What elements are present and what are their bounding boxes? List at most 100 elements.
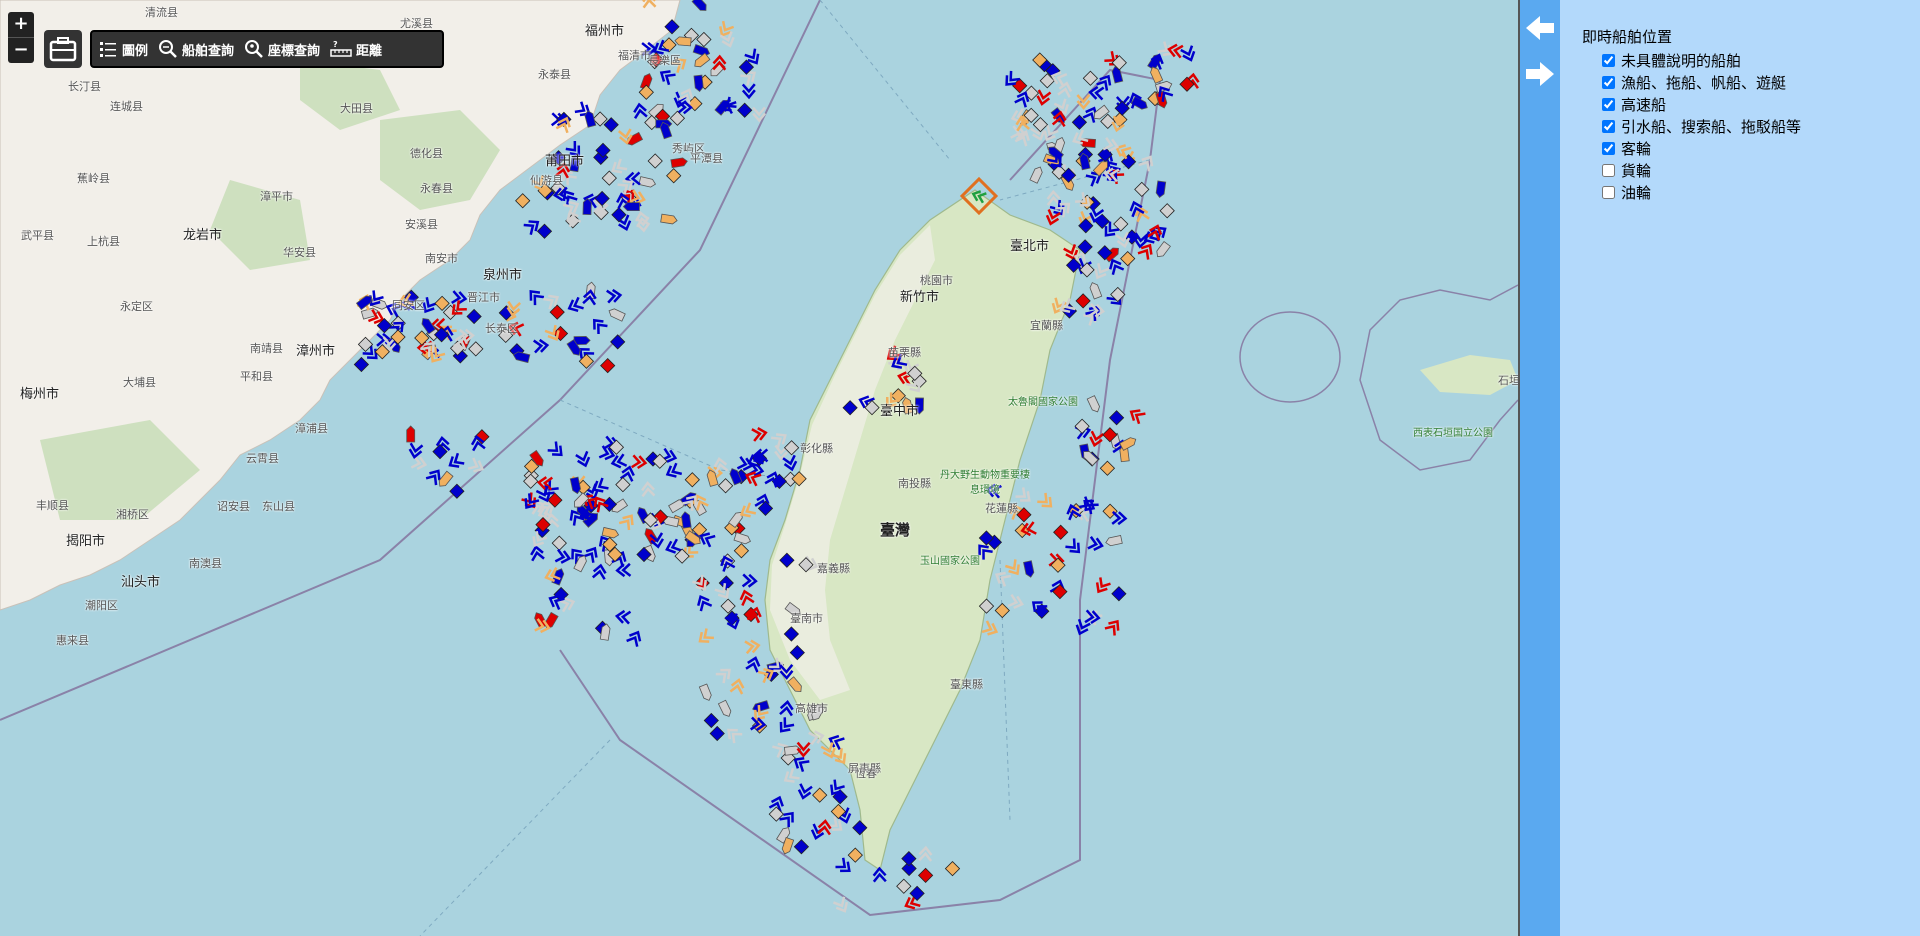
vessel-chevron-marker[interactable] — [565, 140, 584, 159]
vessel-chevron-marker[interactable] — [533, 338, 550, 354]
vessel-chevron-marker[interactable] — [695, 594, 713, 612]
distance-tool[interactable]: ? 距離 — [330, 39, 382, 59]
vessel-diamond-marker[interactable] — [615, 476, 631, 493]
vessel-filter-item[interactable]: 貨輪 — [1582, 159, 1801, 181]
vessel-chevron-marker[interactable] — [1180, 45, 1197, 62]
vessel-diamond-marker[interactable] — [1120, 250, 1136, 267]
vessel-chevron-marker[interactable] — [1088, 85, 1105, 101]
vessel-diamond-marker[interactable] — [793, 839, 810, 855]
vessel-chevron-marker[interactable] — [981, 620, 999, 637]
vessel-diamond-marker[interactable] — [720, 598, 736, 614]
vessel-chevron-marker[interactable] — [779, 700, 794, 717]
vessel-diamond-marker[interactable] — [353, 356, 370, 373]
vessel-chevron-marker[interactable] — [715, 666, 734, 684]
vessel-filter-checkbox[interactable] — [1602, 53, 1615, 67]
vessel-diamond-marker[interactable] — [1179, 76, 1195, 92]
vessel-boat-marker[interactable] — [670, 157, 688, 169]
arrow-right-icon[interactable] — [1524, 58, 1556, 90]
vessel-diamond-marker[interactable] — [468, 341, 484, 357]
vessel-boat-marker[interactable] — [733, 532, 752, 546]
vessel-diamond-marker[interactable] — [703, 712, 719, 729]
vessel-boat-marker[interactable] — [1155, 180, 1167, 198]
vessel-chevron-marker[interactable] — [713, 457, 729, 474]
vessel-boat-marker[interactable] — [406, 425, 416, 443]
vessel-chevron-marker[interactable] — [1111, 510, 1128, 526]
vessel-chevron-marker[interactable] — [1046, 189, 1061, 206]
vessel-diamond-marker[interactable] — [718, 575, 734, 591]
vessel-chevron-marker[interactable] — [408, 442, 424, 460]
vessel-boat-marker[interactable] — [569, 476, 581, 495]
vessel-chevron-marker[interactable] — [467, 457, 485, 474]
vessel-diamond-marker[interactable] — [717, 478, 734, 494]
vessel-chevron-marker[interactable] — [1093, 577, 1111, 594]
vessel-diamond-marker[interactable] — [551, 535, 567, 551]
vessel-filter-item[interactable]: 油輪 — [1582, 181, 1801, 203]
vessel-chevron-marker[interactable] — [796, 741, 811, 758]
vessel-boat-marker[interactable] — [1105, 534, 1123, 547]
vessel-boat-marker[interactable] — [1154, 240, 1171, 260]
vessel-chevron-marker[interactable] — [751, 427, 768, 442]
coord-search-tool[interactable]: 座標查詢 — [244, 39, 320, 59]
vessel-boat-marker[interactable] — [660, 213, 678, 225]
vessel-diamond-marker[interactable] — [674, 548, 690, 564]
vessel-diamond-marker[interactable] — [549, 304, 565, 320]
vessel-chevron-marker[interactable] — [918, 845, 933, 862]
vessel-boat-marker[interactable] — [1023, 560, 1035, 578]
vessel-chevron-marker[interactable] — [590, 316, 608, 335]
vessel-filter-checkbox[interactable] — [1602, 141, 1615, 155]
vessel-diamond-marker[interactable] — [901, 850, 917, 867]
vessel-boat-marker[interactable] — [622, 202, 640, 212]
vessel-boat-marker[interactable] — [717, 699, 732, 718]
vessel-chevron-marker[interactable] — [1128, 407, 1146, 425]
vessel-diamond-marker[interactable] — [1032, 116, 1049, 133]
vessel-chevron-marker[interactable] — [770, 430, 788, 449]
vessel-chevron-marker[interactable] — [1065, 538, 1083, 556]
vessel-chevron-marker[interactable] — [872, 866, 887, 883]
vessel-boat-marker[interactable] — [1119, 436, 1138, 451]
vessel-diamond-marker[interactable] — [733, 543, 750, 559]
vessel-boat-marker[interactable] — [638, 176, 657, 188]
vessel-diamond-marker[interactable] — [1108, 410, 1125, 426]
vessel-diamond-marker[interactable] — [666, 168, 682, 184]
vessel-chevron-marker[interactable] — [744, 639, 761, 655]
vessel-chevron-marker[interactable] — [624, 171, 641, 186]
vessel-boat-marker[interactable] — [681, 511, 692, 529]
vessel-filter-item[interactable]: 高速船 — [1582, 93, 1801, 115]
vessel-chevron-marker[interactable] — [618, 512, 636, 531]
vessel-chevron-marker[interactable] — [673, 91, 689, 109]
vessel-chevron-marker[interactable] — [554, 548, 572, 565]
vessel-chevron-marker[interactable] — [1076, 93, 1091, 110]
vessel-chevron-marker[interactable] — [530, 544, 545, 562]
vessel-chevron-marker[interactable] — [1037, 492, 1055, 511]
vessel-diamond-marker[interactable] — [466, 308, 482, 325]
map-canvas[interactable]: 福州市 長樂區 清流县 永泰县 大田县 莆田市 仙游县 德化县 永春县 泉州市 南安市 安溪县 华安县龙… — [0, 0, 1518, 936]
zoom-in-button[interactable]: + — [8, 12, 34, 37]
vessel-chevron-marker[interactable] — [641, 481, 656, 498]
vessel-chevron-marker[interactable] — [1057, 81, 1073, 98]
vessel-boat-marker[interactable] — [698, 683, 712, 702]
vessel-chevron-marker[interactable] — [665, 462, 683, 480]
vessel-boat-marker[interactable] — [1086, 395, 1101, 414]
vessel-chevron-marker[interactable] — [1087, 536, 1104, 552]
vessel-chevron-marker[interactable] — [1036, 89, 1052, 106]
vessel-chevron-marker[interactable] — [1104, 618, 1122, 636]
vessel-chevron-marker[interactable] — [420, 297, 438, 314]
vessel-diamond-marker[interactable] — [1102, 503, 1118, 519]
legend-tool[interactable]: 圖例 — [98, 39, 148, 59]
vessel-diamond-marker[interactable] — [709, 725, 725, 742]
vessel-diamond-marker[interactable] — [917, 867, 934, 884]
vessel-chevron-marker[interactable] — [777, 717, 795, 735]
vessel-chevron-marker[interactable] — [835, 857, 853, 876]
vessel-chevron-marker[interactable] — [782, 767, 800, 785]
vessel-diamond-marker[interactable] — [684, 472, 700, 488]
vessel-chevron-marker[interactable] — [797, 783, 813, 800]
zoom-out-button[interactable]: − — [8, 37, 34, 63]
vessel-chevron-marker[interactable] — [817, 819, 832, 836]
vessel-diamond-marker[interactable] — [909, 885, 925, 902]
vessel-chevron-marker[interactable] — [606, 288, 623, 304]
vessel-diamond-marker[interactable] — [601, 170, 617, 186]
vessel-chevron-marker[interactable] — [1015, 487, 1033, 505]
vessel-boat-marker[interactable] — [692, 52, 711, 69]
vessel-diamond-marker[interactable] — [1111, 586, 1127, 602]
vessel-diamond-marker[interactable] — [610, 334, 626, 350]
